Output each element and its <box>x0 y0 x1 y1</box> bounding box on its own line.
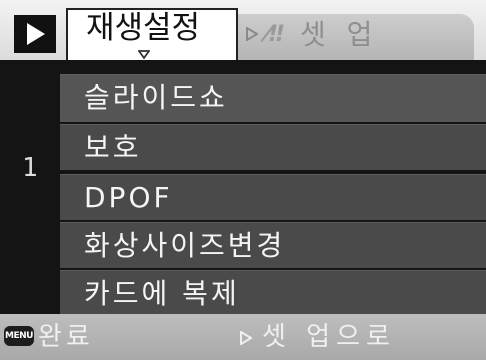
menu-item-label: 슬라이드쇼 <box>84 81 228 114</box>
menu-item-dpof[interactable]: DPOF <box>60 174 486 220</box>
page-number: 1 <box>22 153 38 183</box>
menu-item-resize[interactable]: 화상사이즈변경 <box>60 222 486 268</box>
menu-item-protect[interactable]: 보호 <box>60 124 486 170</box>
triangle-right-icon <box>246 27 258 41</box>
menu-item-label: 보호 <box>84 131 142 164</box>
menu-item-label: 화상사이즈변경 <box>84 229 286 262</box>
done-label: 완료 <box>38 322 94 352</box>
camera-menu-screen: ⁄‼ 셋 업 재생설정 1 슬라이드쇼 보호 DPOF 화상사이즈변경 카드에 … <box>0 0 486 360</box>
go-to-setup-label[interactable]: 셋 업으로 <box>262 320 396 354</box>
wrench-icon: ⁄‼ <box>266 22 284 47</box>
menu-item-label: 카드에 복제 <box>84 277 240 310</box>
page-indicator: 1 <box>0 60 60 314</box>
menu-item-copy-to-card[interactable]: 카드에 복제 <box>60 270 486 316</box>
footer-bar: MENU 완료 셋 업으로 <box>0 314 486 360</box>
menu-button-icon[interactable]: MENU <box>4 326 34 346</box>
menu-item-slideshow[interactable]: 슬라이드쇼 <box>60 74 486 122</box>
menu-list: 슬라이드쇼 보호 DPOF 화상사이즈변경 카드에 복제 <box>60 74 486 316</box>
chevron-down-icon <box>138 50 150 59</box>
menu-item-label: DPOF <box>84 181 173 214</box>
play-icon <box>14 15 56 53</box>
tab-setup-label: 셋 업 <box>300 18 379 51</box>
triangle-right-icon <box>240 331 252 345</box>
tab-bar: ⁄‼ 셋 업 재생설정 <box>0 0 486 60</box>
tab-playback-settings-label: 재생설정 <box>86 10 201 46</box>
